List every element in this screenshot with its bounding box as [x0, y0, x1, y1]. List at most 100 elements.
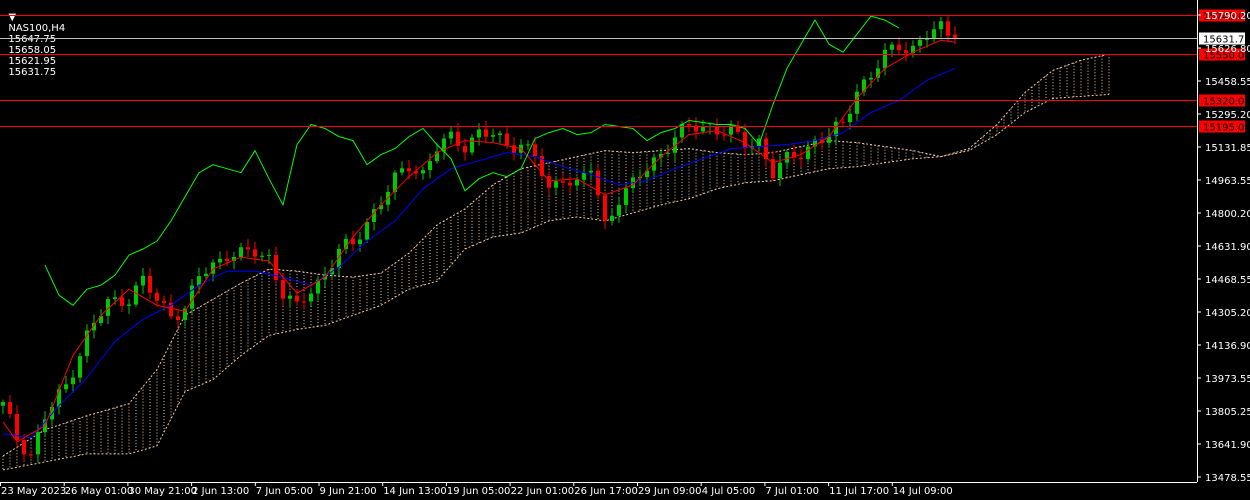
candle-body — [953, 34, 957, 38]
x-tick-label: 7 Jul 01:00 — [765, 486, 819, 497]
horizontal-levels[interactable]: 15745.0015550.0015320.0015195.0015631.75 — [0, 9, 1250, 134]
y-tick-label: 13641.90 — [1205, 440, 1250, 451]
candle-body — [358, 239, 362, 245]
candle-body — [785, 151, 789, 163]
y-tick-label: 14305.20 — [1205, 308, 1250, 319]
candle-body — [554, 181, 558, 188]
candle-body — [778, 162, 782, 179]
candle-body — [155, 292, 159, 301]
x-tick-label: 14 Jun 13:00 — [383, 486, 447, 497]
y-tick-label: 15295.20 — [1205, 110, 1250, 121]
candle-body — [71, 377, 75, 385]
candle-body — [29, 454, 33, 456]
candle-body — [533, 144, 537, 157]
candle-body — [617, 204, 621, 216]
candle-body — [309, 293, 313, 302]
candle-body — [687, 124, 691, 126]
candle-body — [400, 168, 404, 173]
candle-body — [36, 432, 40, 455]
candle-body — [568, 182, 572, 186]
candle-body — [841, 121, 845, 123]
level-price-label: 15320.00 — [1203, 97, 1250, 108]
candle-body — [365, 221, 369, 240]
y-tick-label: 15626.80 — [1205, 44, 1250, 55]
candle-body — [22, 440, 26, 455]
x-tick-label: 4 Jul 05:00 — [702, 486, 756, 497]
candle-body — [8, 402, 12, 414]
y-tick-label: 14631.90 — [1205, 242, 1250, 253]
candle-body — [288, 295, 292, 299]
x-tick-label: 14 Jul 09:00 — [893, 486, 953, 497]
candle-body — [295, 295, 299, 302]
candle-body — [260, 255, 264, 257]
candle-body — [176, 316, 180, 321]
candle-body — [491, 135, 495, 137]
axes: 15790.20 15626.80 15458.55 15295.20 15131.85… — [0, 0, 1250, 497]
candle-body — [148, 275, 152, 293]
candle-body — [134, 285, 138, 305]
candle-body — [498, 133, 502, 136]
candle-body — [624, 188, 628, 205]
candle-body — [666, 152, 670, 154]
y-tick-label: 15131.85 — [1205, 143, 1250, 154]
candle-body — [897, 44, 901, 51]
level-price-label: 15195.00 — [1203, 123, 1250, 134]
candle-body — [932, 29, 936, 39]
x-tick-label: 9 Jun 21:00 — [320, 486, 377, 497]
candle-body — [855, 91, 859, 114]
candle-body — [421, 170, 425, 174]
candle-body — [246, 247, 250, 250]
x-tick-label: 22 Jun 01:00 — [511, 486, 575, 497]
candle-body — [449, 131, 453, 139]
x-tick-label: 23 May 2023 — [1, 486, 66, 497]
candle-body — [407, 168, 411, 172]
candle-body — [603, 195, 607, 221]
candle-body — [904, 50, 908, 54]
candle-body — [218, 258, 222, 263]
candle-body — [470, 137, 474, 153]
candle-body — [267, 254, 271, 256]
candle-body — [428, 161, 432, 171]
price-chart[interactable]: 15745.0015550.0015320.0015195.0015631.75… — [0, 0, 1250, 500]
candle-body — [505, 133, 509, 146]
x-tick-label: 11 Jul 17:00 — [829, 486, 889, 497]
candle-body — [869, 77, 873, 80]
candle-body — [764, 138, 768, 160]
y-tick-label: 14468.55 — [1205, 275, 1250, 286]
candle-body — [883, 49, 887, 69]
candle-body — [806, 146, 810, 160]
candle-body — [848, 113, 852, 123]
candle-body — [547, 176, 551, 188]
candle-body — [477, 129, 481, 138]
candle-body — [484, 129, 488, 137]
y-tick-label: 13478.55 — [1205, 473, 1250, 484]
x-tick-label: 26 May 01:00 — [65, 486, 134, 497]
x-tick-label: 26 Jun 17:00 — [574, 486, 638, 497]
candle-body — [939, 21, 943, 30]
x-tick-label: 19 Jun 05:00 — [447, 486, 511, 497]
senkou-span-b — [2, 93, 1110, 471]
candle-body — [918, 39, 922, 46]
candle-body — [127, 304, 131, 306]
x-tick-label: 30 May 21:00 — [128, 486, 197, 497]
candle-body — [575, 179, 579, 186]
candle-body — [183, 308, 187, 321]
ichimoku-lines — [2, 15, 956, 443]
candle-body — [743, 132, 747, 149]
y-tick-label: 14963.55 — [1205, 176, 1250, 187]
candle-body — [946, 21, 950, 36]
candle-body — [463, 145, 467, 153]
candle-body — [281, 280, 285, 299]
candle-body — [120, 297, 124, 306]
y-tick-label: 14800.20 — [1205, 209, 1250, 220]
x-tick-label: 7 Jun 05:00 — [256, 486, 313, 497]
candle-body — [799, 157, 803, 160]
candle-body — [162, 300, 166, 303]
y-tick-label: 13973.55 — [1205, 374, 1250, 385]
candle-body — [526, 144, 530, 146]
y-tick-label: 15790.20 — [1205, 11, 1250, 22]
senkou-span-a — [2, 53, 1110, 457]
ichimoku-cloud — [2, 53, 1110, 471]
candle-body — [302, 301, 306, 303]
x-tick-label: 29 Jun 09:00 — [638, 486, 702, 497]
